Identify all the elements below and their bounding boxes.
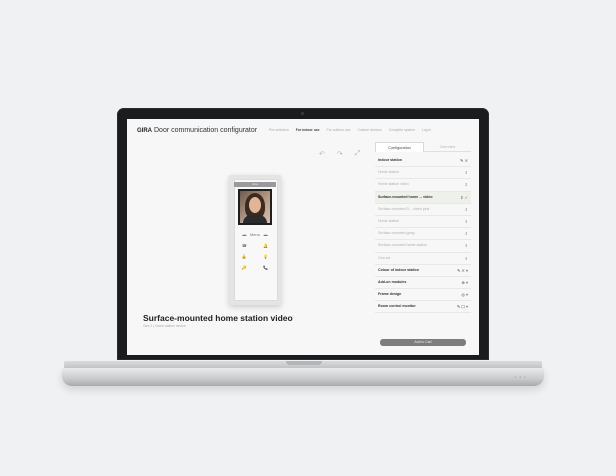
product-subtitle: Gira 2 | Home station device bbox=[143, 324, 186, 328]
add-icon[interactable]: ⊕ ▾ bbox=[462, 277, 468, 288]
sort-icon[interactable]: ⇕ bbox=[465, 253, 468, 264]
phone-icon: ☎ bbox=[241, 243, 247, 248]
nav-item-pre-selection[interactable]: Pre-selection bbox=[269, 128, 289, 132]
device-brand-strip: Gira bbox=[234, 182, 276, 187]
status-lights: • • • bbox=[515, 374, 527, 379]
list-item[interactable]: Surface-mounted gong ⇕ bbox=[375, 228, 471, 241]
video-person-face bbox=[249, 197, 261, 213]
hangup-icon: 📞 bbox=[263, 265, 269, 270]
video-person-shoulders bbox=[243, 215, 267, 223]
nav-item-indoor[interactable]: For indoor use bbox=[296, 128, 320, 132]
list-item[interactable]: Home station video ⇕ bbox=[375, 179, 471, 192]
list-item[interactable]: Surface-mounted home station ⇕ bbox=[375, 240, 471, 253]
light-icon: 💡 bbox=[263, 254, 269, 259]
frame-icon[interactable]: ◎ ▾ bbox=[461, 289, 468, 300]
redo-icon[interactable]: ↷ bbox=[337, 150, 343, 158]
device-keypad: ▬ Menu ▬ ☎ 🔔 🔓 💡 🔑 📞 bbox=[239, 229, 271, 294]
list-item[interactable]: Home station ⇕ bbox=[375, 167, 471, 180]
sort-icon[interactable]: ⇕ bbox=[465, 167, 468, 178]
laptop-base bbox=[62, 368, 544, 386]
laptop-screen: GIRA Door communication configurator Pre… bbox=[127, 119, 479, 355]
add-to-cart-button[interactable]: Add to Cart bbox=[380, 339, 466, 346]
laptop-hinge-notch bbox=[286, 361, 322, 365]
nav-item-login[interactable]: Log in bbox=[422, 128, 431, 132]
nav-item-outdoor[interactable]: For outdoor use bbox=[327, 128, 351, 132]
edit-icon[interactable]: ✎ ✕ bbox=[460, 155, 468, 166]
sort-icon[interactable]: ⇕ bbox=[465, 216, 468, 227]
configuration-panel: Configuration Overview Indoor station ✎ ✕… bbox=[375, 142, 471, 352]
list-item[interactable]: Gira ad. ⇕ bbox=[375, 253, 471, 265]
top-navigation: Pre-selection For indoor use For outdoor… bbox=[269, 128, 431, 132]
option-list: Indoor station ✎ ✕ Home station ⇕ Home sta… bbox=[375, 155, 471, 314]
sort-icon[interactable]: ⇕ bbox=[465, 179, 468, 190]
list-item[interactable]: Frame design ◎ ▾ bbox=[375, 289, 471, 302]
fullscreen-icon[interactable]: ⤢ bbox=[355, 150, 361, 158]
edit-icon[interactable]: ✎ ☐ ▾ bbox=[457, 301, 468, 312]
device-key: ▬ bbox=[242, 232, 247, 237]
edit-icon[interactable]: ✎ ✕ ▾ bbox=[457, 265, 468, 276]
sort-icon[interactable]: ⇕ bbox=[465, 204, 468, 215]
brand-logo[interactable]: GIRA bbox=[137, 128, 152, 134]
device-key-menu: Menu bbox=[249, 232, 260, 237]
product-title: Surface-mounted home station video bbox=[143, 313, 293, 323]
unlock-icon: 🔓 bbox=[241, 254, 247, 259]
sort-icon[interactable]: ⇕ bbox=[465, 228, 468, 239]
list-item[interactable]: Add-on modules ⊕ ▾ bbox=[375, 277, 471, 290]
panel-tabs: Configuration Overview bbox=[375, 142, 471, 152]
bell-icon: 🔔 bbox=[263, 243, 269, 248]
list-item[interactable]: Colour of indoor station ✎ ✕ ▾ bbox=[375, 265, 471, 277]
key-icon: 🔑 bbox=[241, 265, 247, 270]
tab-configuration[interactable]: Configuration bbox=[375, 142, 424, 152]
app-title: Door communication configurator bbox=[154, 127, 258, 134]
list-item[interactable]: Room control monitor ✎ ☐ ▾ bbox=[375, 301, 471, 314]
webcam bbox=[301, 112, 304, 115]
check-icon[interactable]: ⇕ ✓ bbox=[460, 192, 468, 203]
device-key: ▬ bbox=[263, 232, 268, 237]
view-toolbar: ↶ ↷ ⤢ bbox=[319, 150, 360, 158]
nav-item-complete-system[interactable]: Complete system bbox=[389, 128, 415, 132]
list-item[interactable]: Surface-mounted D... video plus ⇕ bbox=[375, 204, 471, 216]
nav-item-custom-devices[interactable]: Custom devices bbox=[357, 128, 381, 132]
list-item[interactable]: Indoor station ✎ ✕ bbox=[375, 155, 471, 168]
sort-icon[interactable]: ⇕ bbox=[465, 240, 468, 251]
list-item-selected[interactable]: Surface-mounted home ... video ⇕ ✓ bbox=[375, 191, 471, 204]
undo-icon[interactable]: ↶ bbox=[319, 150, 325, 158]
tab-overview[interactable]: Overview bbox=[424, 142, 471, 152]
list-item[interactable]: Home station ⇕ bbox=[375, 216, 471, 229]
